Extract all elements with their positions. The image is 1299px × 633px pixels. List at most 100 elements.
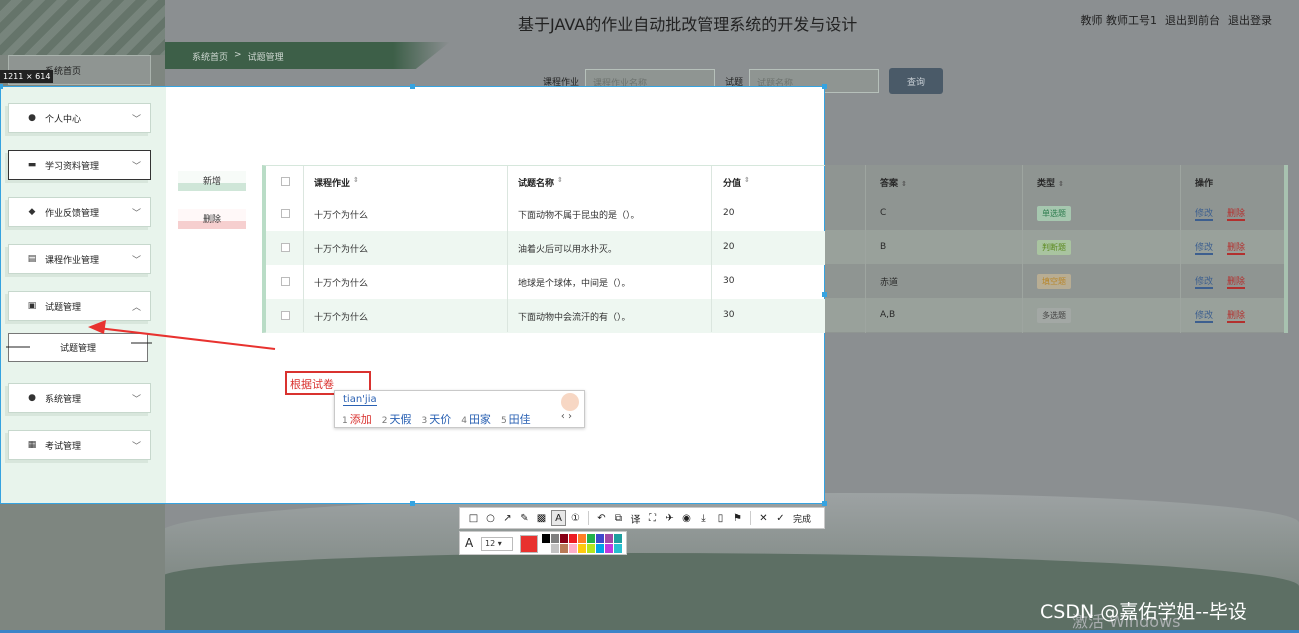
edit-link[interactable]: 修改 [1195,206,1214,221]
sidebar-item-question-management[interactable]: ▣ 试题管理 ︿ [8,291,151,321]
add-button[interactable]: 新增 [178,171,246,191]
resize-handle[interactable] [822,84,827,89]
resize-handle[interactable] [410,501,415,506]
chevron-down-icon: ﹀ [131,256,141,266]
row-checkbox[interactable] [281,311,290,320]
sidebar-item-personal-center[interactable]: ● 个人中心 ﹀ [8,103,151,133]
table-row-right: A,B 多选题 修改 删除 [825,298,1288,332]
edit-link[interactable]: 修改 [1195,240,1214,255]
row-checkbox[interactable] [281,277,290,286]
briefcase-icon: ▬ [27,160,37,170]
ocr-icon[interactable]: ⧉ [611,510,626,526]
exit-front-link[interactable]: 退出到前台 [1165,12,1220,28]
table-header: 课程作业 ⇕ 试题名称 ⇕ 分值 ⇕ [266,166,825,197]
sidebar-subitem-question-management[interactable]: 试题管理 [8,333,148,362]
text-tool-icon[interactable]: A [551,510,566,526]
logout-link[interactable]: 退出登录 [1228,12,1272,28]
feedback-icon: ◆ [28,207,36,217]
table-dimmed-part: 答案 ⇕ 类型 ⇕ 操作 C 单选题 修改 删除 B 判断题 修改 删除 赤道 填空… [825,165,1288,333]
sort-icon: ⇕ [557,176,563,184]
record-icon[interactable]: ◉ [679,510,694,526]
sidebar-item-course-homework[interactable]: ▤ 课程作业管理 ﹀ [8,244,151,274]
question-table: 课程作业 ⇕ 试题名称 ⇕ 分值 ⇕ 十万个为什么 下面动物不属于昆虫的是（）。 20… [262,165,825,333]
ime-candidate[interactable]: 5 田佳 [501,411,531,427]
delete-link[interactable]: 删除 [1227,206,1246,221]
color-swatch[interactable] [560,544,568,553]
color-swatch[interactable] [542,534,550,543]
delete-button[interactable]: 删除 [178,209,246,229]
color-swatch[interactable] [578,534,586,543]
edit-link[interactable]: 修改 [1195,308,1214,323]
color-swatch[interactable] [596,544,604,553]
sidebar-item-system[interactable]: ● 系统管理 ﹀ [8,383,151,413]
font-size-select[interactable]: 12 ▾ [481,537,513,551]
number-tool-icon[interactable]: ① [568,510,583,526]
delete-link[interactable]: 删除 [1227,274,1246,289]
color-swatch[interactable] [614,544,622,553]
undo-icon[interactable]: ↶ [594,510,609,526]
color-swatch[interactable] [605,534,613,543]
type-tag: 填空题 [1037,273,1071,289]
mosaic-tool-icon[interactable]: ▩ [534,510,549,526]
font-icon: A [465,536,474,550]
ime-candidate[interactable]: 4 田家 [461,411,491,427]
table-row-right: 赤道 填空题 修改 删除 [825,264,1288,298]
color-swatch[interactable] [569,544,577,553]
resize-handle[interactable] [0,84,3,89]
type-tag: 多选题 [1037,307,1071,323]
color-swatch[interactable] [587,534,595,543]
save-icon[interactable]: ▯ [713,510,728,526]
breadcrumb: 系统首页 > 试题管理 [192,50,284,63]
resize-handle[interactable] [410,84,415,89]
row-checkbox[interactable] [281,243,290,252]
color-swatch[interactable] [614,534,622,543]
color-swatch[interactable] [560,534,568,543]
search-button[interactable]: 查询 [889,68,944,94]
translate-icon[interactable]: 译 [628,510,643,526]
decoration-pattern [0,0,165,55]
chevron-down-icon: ﹀ [131,162,141,172]
delete-link[interactable]: 删除 [1227,308,1246,323]
row-checkbox[interactable] [281,209,290,218]
ime-page-arrows-icon[interactable]: ‹ › [561,411,572,422]
color-swatch[interactable] [551,544,559,553]
pin-icon[interactable]: ✈ [662,510,677,526]
color-swatch[interactable] [551,534,559,543]
breadcrumb-home[interactable]: 系统首页 [192,50,228,63]
current-color-swatch[interactable] [520,535,538,553]
download-icon[interactable]: ⤓ [696,510,711,526]
delete-link[interactable]: 删除 [1227,240,1246,255]
chevron-down-icon: ﹀ [131,395,141,405]
ime-candidate[interactable]: 1 添加 [342,411,372,427]
close-icon[interactable]: ✕ [756,510,771,526]
long-screenshot-icon[interactable]: ⛶ [645,510,660,526]
color-swatch[interactable] [569,534,577,543]
ime-candidate-window[interactable]: tian'jia 1 添加 2 天假 3 天价 4 田家 5 田佳 ‹ › [334,390,585,428]
ellipse-tool-icon[interactable]: ○ [483,510,498,526]
ime-logo-icon [561,393,579,411]
done-button[interactable]: 完成 [793,512,811,525]
rectangle-tool-icon[interactable]: □ [466,510,481,526]
table-row-right: C 单选题 修改 删除 [825,196,1288,230]
sidebar-item-feedback[interactable]: ◆ 作业反馈管理 ﹀ [8,197,151,227]
pen-tool-icon[interactable]: ✎ [517,510,532,526]
user-icon: ● [28,113,36,123]
color-swatch[interactable] [578,544,586,553]
sidebar-item-exam[interactable]: ▦ 考试管理 ﹀ [8,430,151,460]
select-all-checkbox[interactable] [281,177,290,186]
check-icon[interactable]: ✓ [773,510,788,526]
color-swatch[interactable] [596,534,604,543]
type-tag: 判断题 [1037,239,1071,255]
ime-candidate[interactable]: 2 天假 [382,411,412,427]
user-bar: 教师 教师工号1 退出到前台 退出登录 [1081,12,1273,28]
color-swatch[interactable] [587,544,595,553]
arrow-tool-icon[interactable]: ↗ [500,510,515,526]
sidebar-item-study-materials[interactable]: ▬ 学习资料管理 ﹀ [8,150,151,180]
color-swatch[interactable] [605,544,613,553]
table-row: 十万个为什么 油着火后可以用水扑灭。 20 [266,231,825,265]
resize-handle[interactable] [822,501,827,506]
color-swatch[interactable] [542,544,550,553]
bookmark-icon[interactable]: ⚑ [730,510,745,526]
edit-link[interactable]: 修改 [1195,274,1214,289]
ime-candidate[interactable]: 3 天价 [421,411,451,427]
